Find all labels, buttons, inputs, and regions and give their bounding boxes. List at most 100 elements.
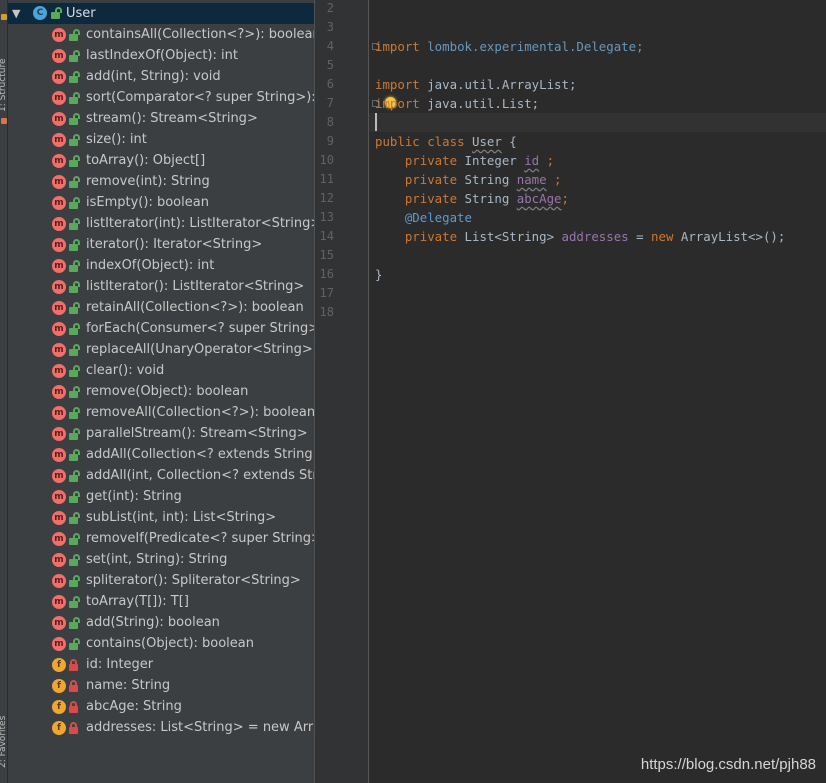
- member-label: size(): int: [86, 132, 147, 147]
- structure-tab-label[interactable]: 1: Structure: [0, 59, 8, 113]
- structure-method-item[interactable]: m remove(int): String: [8, 172, 314, 193]
- member-label: abcAge: String: [86, 699, 182, 714]
- method-icon: m: [52, 28, 66, 42]
- member-label: id: Integer: [86, 657, 154, 672]
- public-access-icon: [69, 596, 80, 608]
- code-line-7: import java.util.List;: [375, 96, 540, 111]
- method-icon: m: [52, 70, 66, 84]
- member-label: addresses: List<String> = new ArrayList<…: [86, 720, 314, 735]
- structure-method-item[interactable]: m iterator(): Iterator<String>: [8, 235, 314, 256]
- structure-method-item[interactable]: m replaceAll(UnaryOperator<String>): void: [8, 340, 314, 361]
- line-number: 4: [326, 39, 334, 53]
- method-icon: m: [52, 490, 66, 504]
- structure-field-item[interactable]: f abcAge: String: [8, 697, 314, 718]
- public-access-icon: [69, 512, 80, 524]
- member-label: indexOf(Object): int: [86, 258, 215, 273]
- public-access-icon: [69, 470, 80, 482]
- structure-root-row[interactable]: ▼ C User: [8, 3, 314, 24]
- method-icon: m: [52, 469, 66, 483]
- structure-method-item[interactable]: m retainAll(Collection<?>): boolean: [8, 298, 314, 319]
- structure-method-item[interactable]: m toArray(): Object[]: [8, 151, 314, 172]
- line-number: 17: [319, 286, 334, 300]
- method-icon: m: [52, 511, 66, 525]
- line-number-gutter: 2 3 4 5 6 7 8 9 10 11 12 13 14 15 16 17 18: [315, 0, 369, 783]
- method-icon: m: [52, 217, 66, 231]
- public-access-icon: [69, 344, 80, 356]
- structure-method-item[interactable]: m listIterator(int): ListIterator<String>: [8, 214, 314, 235]
- code-line-6: import java.util.ArrayList;: [375, 77, 577, 92]
- method-icon: m: [52, 364, 66, 378]
- expand-arrow-icon[interactable]: ▼: [12, 7, 20, 21]
- method-icon: m: [52, 616, 66, 630]
- method-icon: m: [52, 343, 66, 357]
- class-icon: C: [33, 6, 47, 20]
- member-label: iterator(): Iterator<String>: [86, 237, 263, 252]
- structure-method-item[interactable]: m size(): int: [8, 130, 314, 151]
- structure-method-item[interactable]: m set(int, String): String: [8, 550, 314, 571]
- method-icon: m: [52, 238, 66, 252]
- code-line-14: private List<String> addresses = new Arr…: [404, 229, 786, 244]
- member-label: addAll(int, Collection<? extends String>…: [86, 468, 314, 483]
- structure-method-item[interactable]: m removeIf(Predicate<? super String>): bo…: [8, 529, 314, 550]
- structure-method-item[interactable]: m get(int): String: [8, 487, 314, 508]
- text-caret: [375, 113, 377, 131]
- line-number: 2: [326, 1, 334, 15]
- line-number: 14: [319, 229, 334, 243]
- structure-method-item[interactable]: m sort(Comparator<? super String>): void: [8, 88, 314, 109]
- method-icon: m: [52, 49, 66, 63]
- public-access-icon: [69, 407, 80, 419]
- member-label: addAll(Collection<? extends String>): bo…: [86, 447, 314, 462]
- structure-method-item[interactable]: m toArray(T[]): T[]: [8, 592, 314, 613]
- member-label: isEmpty(): boolean: [86, 195, 209, 210]
- structure-method-item[interactable]: m stream(): Stream<String>: [8, 109, 314, 130]
- tool-window-stripe: 1: Structure 2: Favorites: [0, 0, 8, 783]
- code-editor[interactable]: import lombok.experimental.Delegate; imp…: [369, 0, 826, 783]
- method-icon: m: [52, 406, 66, 420]
- structure-field-item[interactable]: f addresses: List<String> = new ArrayList…: [8, 718, 314, 739]
- method-icon: m: [52, 574, 66, 588]
- structure-method-item[interactable]: m indexOf(Object): int: [8, 256, 314, 277]
- structure-field-item[interactable]: f name: String: [8, 676, 314, 697]
- member-label: stream(): Stream<String>: [86, 111, 258, 126]
- field-icon: f: [52, 721, 66, 735]
- method-icon: m: [52, 595, 66, 609]
- structure-method-item[interactable]: m addAll(Collection<? extends String>): b…: [8, 445, 314, 466]
- structure-field-item[interactable]: f id: Integer: [8, 655, 314, 676]
- line-number: 5: [326, 58, 334, 72]
- structure-tab-icon[interactable]: [1, 14, 7, 20]
- public-access-icon: [69, 428, 80, 440]
- structure-method-item[interactable]: m addAll(int, Collection<? extends String…: [8, 466, 314, 487]
- structure-method-item[interactable]: m isEmpty(): boolean: [8, 193, 314, 214]
- structure-method-item[interactable]: m parallelStream(): Stream<String>: [8, 424, 314, 445]
- structure-method-item[interactable]: m forEach(Consumer<? super String>): void: [8, 319, 314, 340]
- line-number: 10: [319, 153, 334, 167]
- member-label: spliterator(): Spliterator<String>: [86, 573, 301, 588]
- member-label: replaceAll(UnaryOperator<String>): void: [86, 342, 314, 357]
- method-icon: m: [52, 322, 66, 336]
- method-icon: m: [52, 637, 66, 651]
- member-label: toArray(T[]): T[]: [86, 594, 189, 609]
- public-access-icon: [69, 638, 80, 650]
- public-access-icon: [51, 7, 62, 19]
- structure-method-item[interactable]: m lastIndexOf(Object): int: [8, 46, 314, 67]
- structure-method-item[interactable]: m remove(Object): boolean: [8, 382, 314, 403]
- member-label: set(int, String): String: [86, 552, 228, 567]
- structure-method-item[interactable]: m listIterator(): ListIterator<String>: [8, 277, 314, 298]
- code-line-4: import lombok.experimental.Delegate;: [375, 39, 644, 54]
- public-access-icon: [69, 218, 80, 230]
- method-icon: m: [52, 91, 66, 105]
- structure-method-item[interactable]: m removeAll(Collection<?>): boolean: [8, 403, 314, 424]
- member-label: retainAll(Collection<?>): boolean: [86, 300, 304, 315]
- structure-method-item[interactable]: m contains(Object): boolean: [8, 634, 314, 655]
- structure-method-item[interactable]: m add(int, String): void: [8, 67, 314, 88]
- structure-method-item[interactable]: m spliterator(): Spliterator<String>: [8, 571, 314, 592]
- public-access-icon: [69, 113, 80, 125]
- structure-method-item[interactable]: m subList(int, int): List<String>: [8, 508, 314, 529]
- structure-method-item[interactable]: m containsAll(Collection<?>): boolean: [8, 25, 314, 46]
- public-access-icon: [69, 554, 80, 566]
- field-icon: f: [52, 679, 66, 693]
- favorites-tab-label[interactable]: 2: Favorites: [0, 716, 8, 768]
- structure-method-item[interactable]: m clear(): void: [8, 361, 314, 382]
- structure-method-item[interactable]: m add(String): boolean: [8, 613, 314, 634]
- public-access-icon: [69, 176, 80, 188]
